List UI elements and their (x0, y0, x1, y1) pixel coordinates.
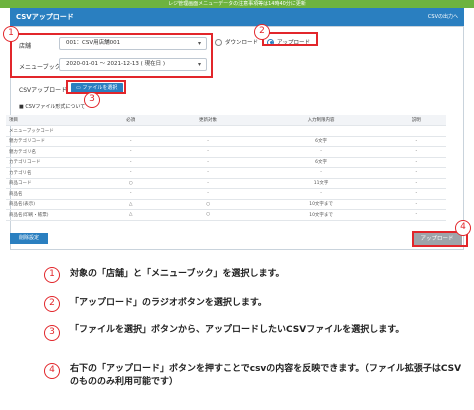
table-row: 親カテゴリ名 - - - - (6, 146, 446, 158)
table-cell: 商品名 (6, 188, 101, 200)
radio-icon (215, 38, 222, 46)
delete-settings-button[interactable]: 削除設定 (10, 233, 48, 244)
table-cell: メニューブックコード (6, 125, 101, 137)
table-cell: - (255, 167, 387, 179)
header-cell: 説明 (386, 115, 446, 126)
table-row: 商品名(印刷・帳票) △ ○ 10文字まで - (6, 209, 446, 221)
table-cell: - (101, 157, 161, 168)
download-radio[interactable]: ダウンロード (215, 38, 258, 46)
highlight-box-file-button (66, 80, 126, 94)
instruction-marker-2: 2 (44, 296, 60, 312)
table-cell: - (255, 146, 387, 158)
table-cell: - (160, 178, 256, 189)
header-cell: 必須 (101, 115, 161, 126)
table-cell (255, 125, 387, 137)
table-cell: - (386, 199, 446, 210)
table-cell: カテゴリコード (6, 157, 101, 168)
format-note: ■ CSVファイル形式について (19, 104, 86, 110)
table-cell: - (386, 178, 446, 189)
header-cell: 項目 (6, 115, 101, 126)
screenshot-root: レジ管理画面メニューデータの注意事項等は14時40分に更新 CSVアップロード … (0, 0, 474, 410)
marker-3: 3 (84, 92, 100, 108)
table-cell: - (386, 167, 446, 179)
table-cell: 10文字まで (255, 199, 387, 210)
table-cell: - (101, 167, 161, 179)
table-cell: - (386, 146, 446, 158)
table-cell: △ (101, 199, 161, 210)
table-cell (101, 125, 161, 137)
instruction-1: 対象の「店舗」と「メニューブック」を選択します。 (70, 269, 285, 279)
instruction-marker-4: 4 (44, 363, 60, 379)
csv-output-link[interactable]: CSVの出力へ (428, 13, 458, 20)
table-cell: - (386, 188, 446, 200)
table-cell: ○ (160, 209, 256, 221)
table-cell: - (101, 146, 161, 158)
table-cell: 10文字まで (255, 209, 387, 221)
table-cell: カテゴリ名 (6, 167, 101, 179)
table-cell: 商品名(表示) (6, 199, 101, 210)
table-header-row: 項目 必須 更新対象 入力制限内容 説明 (6, 115, 446, 126)
table-cell: - (386, 157, 446, 168)
table-row: 商品名 - - - - (6, 188, 446, 200)
instruction-marker-1: 1 (44, 267, 60, 283)
table-cell: 親カテゴリコード (6, 136, 101, 147)
table-cell: - (160, 157, 256, 168)
table-cell (160, 125, 256, 137)
table-row: 親カテゴリコード - -6文字 - (6, 136, 446, 147)
instruction-3: 「ファイルを選択」ボタンから、アップロードしたいCSVファイルを選択します。 (70, 325, 405, 335)
instruction-marker-3: 3 (44, 325, 60, 341)
table-row: カテゴリコード - -6文字 - (6, 157, 446, 168)
table-cell: 親カテゴリ名 (6, 146, 101, 158)
download-radio-label: ダウンロード (225, 40, 259, 46)
table-cell: - (160, 167, 256, 179)
table-cell: 11文字 (255, 178, 387, 189)
table-cell: - (160, 146, 256, 158)
csv-upload-label: CSVアップロード (19, 87, 68, 94)
table-cell: △ (101, 209, 161, 221)
table-cell: 商品名(印刷・帳票) (6, 209, 101, 221)
table-row: カテゴリ名 - - - - (6, 167, 446, 179)
table-cell: - (160, 188, 256, 200)
table-row: 商品コード ○ -11文字 - (6, 178, 446, 189)
csv-format-table: 項目 必須 更新対象 入力制限内容 説明 メニューブックコード 親カテゴリコード -… (6, 115, 446, 221)
table-cell: ○ (101, 178, 161, 189)
highlight-box-upload-radio (262, 32, 318, 46)
header-cell: 入力制限内容 (255, 115, 387, 126)
table-row: メニューブックコード (6, 125, 446, 137)
table-cell: - (386, 136, 446, 147)
title-bar: CSVアップロード CSVの出力へ (10, 8, 464, 26)
table-body: メニューブックコード 親カテゴリコード - -6文字 - 親カテゴリ名 - - - - カテゴリコー… (6, 125, 446, 221)
table-cell: - (101, 188, 161, 200)
table-cell: 6文字 (255, 136, 387, 147)
instruction-4: 右下の「アップロード」ボタンを押すことでcsvの内容を反映できます。（ファイル拡… (70, 364, 462, 387)
table-cell: 商品コード (6, 178, 101, 189)
table-cell: - (255, 188, 387, 200)
table-cell: 6文字 (255, 157, 387, 168)
table-row: 商品名(表示) △ ○ 10文字まで - (6, 199, 446, 210)
notice-banner: レジ管理画面メニューデータの注意事項等は14時40分に更新 (0, 0, 474, 8)
instruction-2: 「アップロード」のラジオボタンを選択します。 (70, 298, 267, 308)
table-cell: - (160, 136, 256, 147)
table-cell: ○ (160, 199, 256, 210)
marker-4: 4 (455, 220, 471, 236)
marker-2: 2 (254, 24, 270, 40)
header-cell: 更新対象 (160, 115, 256, 126)
page-title: CSVアップロード (16, 13, 74, 21)
marker-1: 1 (3, 26, 19, 42)
table-cell (386, 125, 446, 137)
highlight-box-store-menubook (10, 33, 213, 78)
table-cell: - (386, 209, 446, 221)
table-cell: - (101, 136, 161, 147)
